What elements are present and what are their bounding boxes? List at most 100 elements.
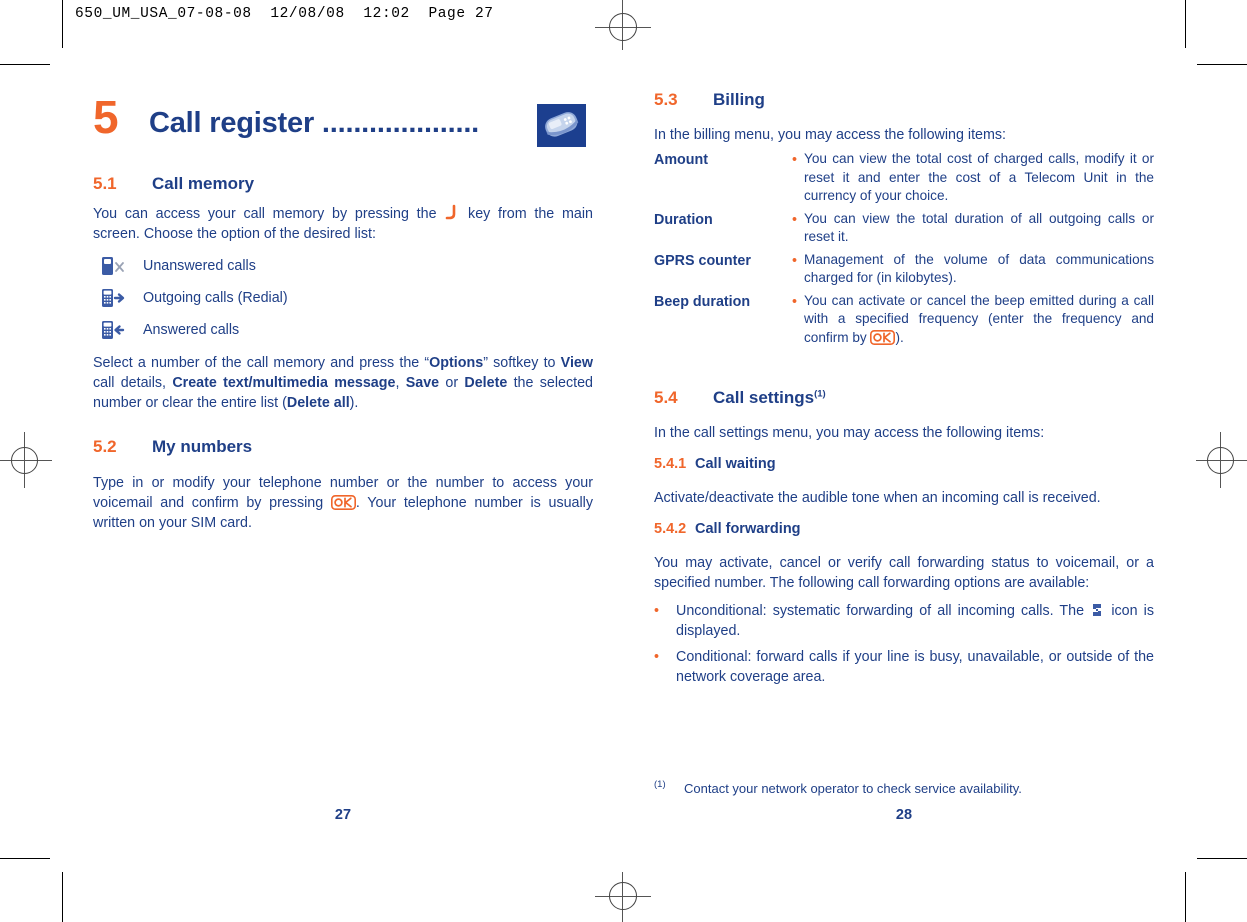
list-item[interactable]: • Unconditional: systematic forwarding o… — [654, 601, 1154, 641]
billing-term: GPRS counter — [654, 252, 751, 269]
crop-mark-top-left-horizontal — [0, 64, 50, 65]
crop-mark-bottom-right-vertical — [1185, 872, 1186, 922]
footnote-marker: (1) — [814, 388, 826, 400]
billing-items: Amount • You can view the total cost of … — [654, 150, 1154, 351]
call-memory-intro: You can access your call memory by press… — [93, 204, 593, 244]
bullet-icon: • — [792, 211, 798, 228]
call-forwarding-bullets: • Unconditional: systematic forwarding o… — [654, 598, 1154, 687]
bullet-icon: • — [654, 603, 660, 619]
options-part2: ” softkey to — [483, 355, 561, 371]
list-item-label: Unanswered calls — [143, 258, 256, 274]
registration-mark-top — [595, 0, 651, 56]
options-bold-save: Save — [405, 375, 440, 391]
billing-term: Amount — [654, 152, 708, 168]
crop-mark-top-left-vertical — [62, 0, 63, 48]
crop-mark-top-right-vertical — [1185, 0, 1186, 48]
bullet-icon: • — [792, 293, 798, 310]
heading-5-4-1-number: 5.4.1 — [654, 456, 687, 472]
options-bold-create: Create text/multimedia message — [172, 375, 396, 391]
bullet-text: Conditional: forward calls if your line … — [676, 649, 1154, 685]
bullet-icon: • — [792, 252, 798, 269]
billing-description: You can view the total cost of charged c… — [804, 151, 1154, 203]
options-bold-delete-all: Delete all — [286, 395, 350, 411]
my-numbers-paragraph: Type in or modify your telephone number … — [93, 473, 593, 533]
billing-item-beep-duration[interactable]: Beep duration • You can activate or canc… — [654, 292, 1154, 348]
billing-term: Duration — [654, 211, 713, 228]
options-paragraph: Select a number of the call memory and p… — [93, 353, 593, 413]
ok-key-icon — [330, 495, 356, 510]
heading-5-4-2-title: Call forwarding — [695, 521, 801, 537]
heading-5-4: 5.4 Call settings(1) — [654, 389, 826, 406]
call-waiting-text: Activate/deactivate the audible tone whe… — [654, 490, 1101, 506]
heading-5-2-title: My numbers — [152, 437, 253, 456]
chapter-number: 5 — [93, 91, 119, 143]
billing-item-duration[interactable]: Duration • You can view the total durati… — [654, 210, 1154, 247]
options-bold-view: View — [560, 355, 593, 371]
chapter-heading: 5 Call register .................... — [93, 91, 593, 151]
options-part1: Select a number of the call memory and p… — [93, 355, 430, 371]
options-part3: call details, — [93, 375, 173, 391]
footnote-text: Contact your network operator to check s… — [684, 781, 1022, 796]
registration-mark-right — [1194, 432, 1247, 488]
bullet-icon: • — [792, 152, 798, 168]
unanswered-call-icon — [101, 256, 127, 281]
unconditional-part1: Unconditional: systematic forwarding of … — [676, 603, 1085, 619]
heading-5-4-number: 5.4 — [654, 388, 678, 407]
options-bold-options: Options — [429, 355, 484, 371]
page-number-left: 27 — [334, 807, 352, 823]
heading-5-2-number: 5.2 — [93, 437, 117, 456]
heading-5-4-1-title: Call waiting — [695, 456, 776, 472]
list-item[interactable]: Unanswered calls — [93, 254, 593, 286]
registration-mark-left — [0, 432, 54, 488]
list-item[interactable]: Outgoing calls (Redial) — [93, 286, 593, 318]
call-settings-intro: In the call settings menu, you may acces… — [654, 425, 1045, 441]
billing-description: You can view the total duration of all o… — [804, 210, 1154, 245]
call-handset-icon — [444, 204, 460, 221]
heading-5-3-title: Billing — [713, 90, 765, 109]
film-header-text: 650_UM_USA_07-08-08 12/08/08 12:02 Page … — [75, 6, 494, 22]
heading-5-1-number: 5.1 — [93, 174, 117, 193]
list-item-label: Outgoing calls (Redial) — [143, 290, 288, 306]
beep-description-part1: You can activate or cancel the beep emit… — [804, 292, 1154, 345]
billing-description: Management of the volume of data communi… — [804, 251, 1154, 286]
heading-5-4-2: 5.4.2 Call forwarding — [654, 522, 801, 537]
crop-mark-top-right-horizontal — [1197, 64, 1247, 65]
call-memory-list: Unanswered calls Outgoing calls (Redial) — [93, 254, 593, 350]
bullet-text: Unconditional: systematic forwarding of … — [676, 601, 1154, 641]
billing-item-amount[interactable]: Amount • You can view the total cost of … — [654, 150, 1154, 206]
options-part7: ). — [349, 395, 359, 411]
heading-5-1: 5.1 Call memory — [93, 175, 254, 192]
billing-term: Beep duration — [654, 293, 751, 310]
heading-5-4-title: Call settings — [713, 388, 815, 407]
options-part4: , — [395, 375, 406, 391]
billing-intro: In the billing menu, you may access the … — [654, 127, 1007, 143]
chapter-title: Call register .................... — [149, 107, 480, 139]
heading-5-3-number: 5.3 — [654, 90, 678, 109]
billing-item-gprs-counter[interactable]: GPRS counter • Management of the volume … — [654, 251, 1154, 288]
options-part5: or — [439, 375, 465, 391]
options-bold-delete: Delete — [464, 375, 508, 391]
heading-5-2: 5.2 My numbers — [93, 438, 252, 455]
crop-mark-bottom-left-horizontal — [0, 858, 50, 859]
list-item[interactable]: Answered calls — [93, 318, 593, 350]
list-item[interactable]: • Conditional: forward calls if your lin… — [654, 647, 1154, 687]
heading-5-3: 5.3 Billing — [654, 91, 765, 108]
page-number-right: 28 — [895, 807, 913, 823]
heading-5-4-2-number: 5.4.2 — [654, 521, 687, 537]
call-memory-intro-part1: You can access your call memory by press… — [93, 206, 437, 222]
bullet-icon: • — [654, 649, 660, 665]
ok-key-icon — [870, 329, 896, 345]
list-item-label: Answered calls — [143, 322, 240, 338]
call-forwarding-intro: You may activate, cancel or verify call … — [654, 555, 1154, 591]
beep-description-part2: ). — [895, 329, 904, 345]
answered-call-icon — [101, 320, 127, 345]
crop-mark-bottom-left-vertical — [62, 872, 63, 922]
call-forward-icon — [1090, 602, 1105, 618]
heading-5-4-1: 5.4.1 Call waiting — [654, 457, 776, 472]
footnote-marker: (1) — [654, 779, 666, 790]
mobile-phone-icon — [537, 104, 586, 147]
registration-mark-bottom — [595, 868, 651, 922]
billing-description: You can activate or cancel the beep emit… — [804, 292, 1154, 348]
crop-mark-bottom-right-horizontal — [1197, 858, 1247, 859]
outgoing-call-icon — [101, 288, 127, 313]
